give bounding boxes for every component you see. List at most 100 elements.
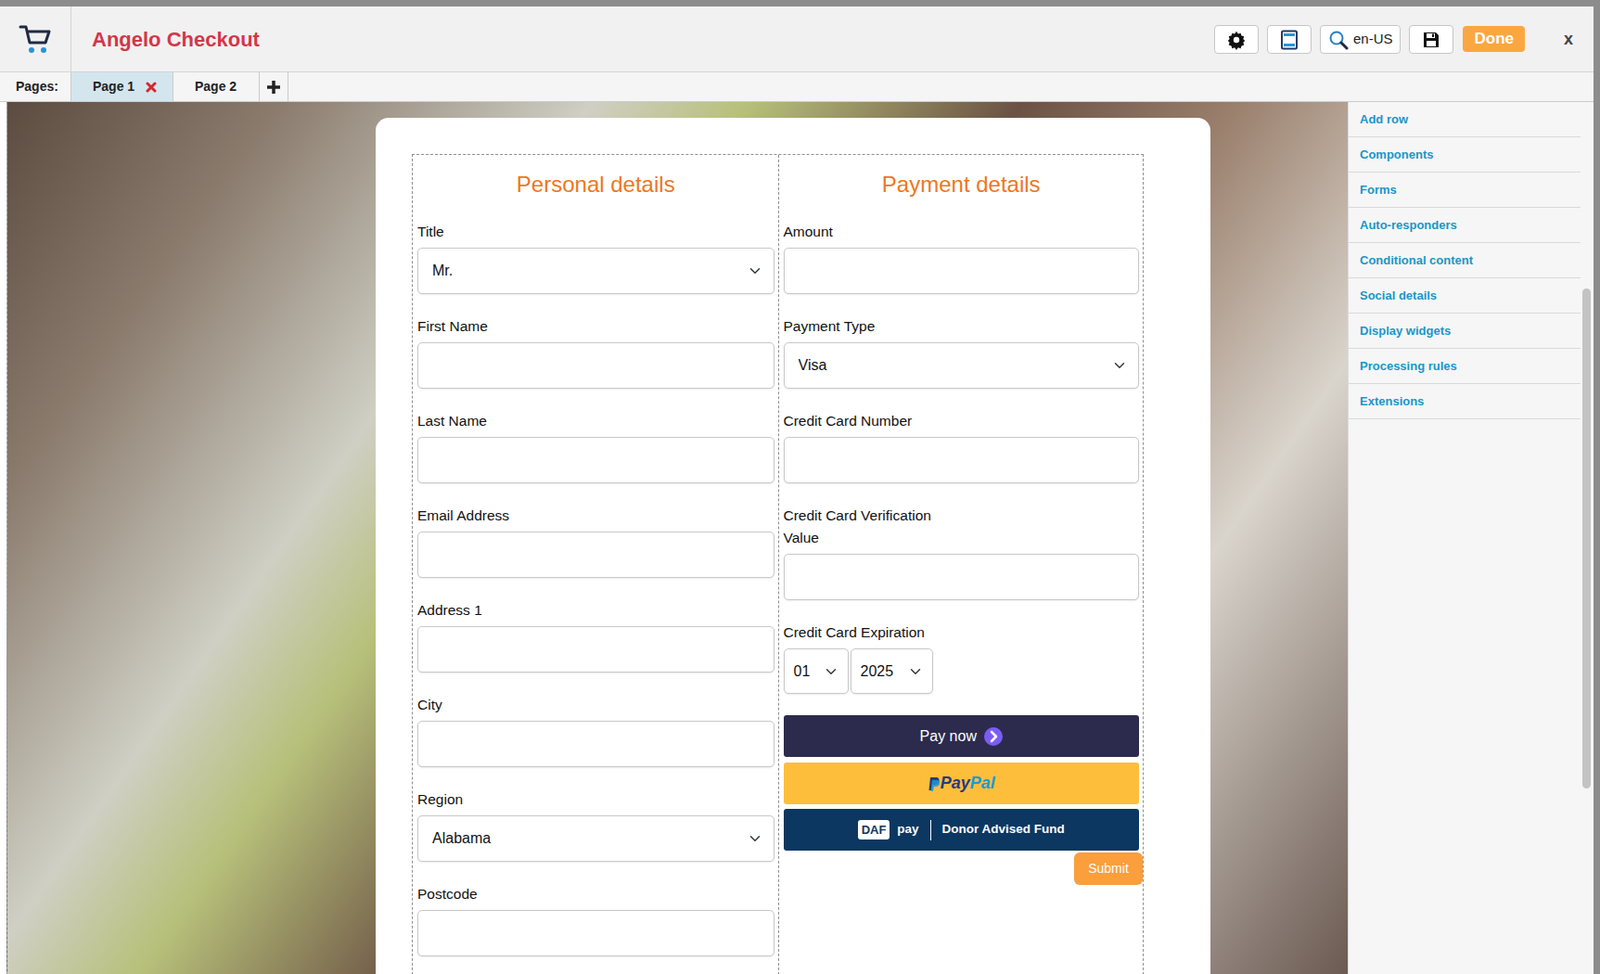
form-card: Personal details Title Mr. First Name Last N… [375,117,1211,974]
daf-pay: pay [896,819,919,839]
settings-button[interactable] [1214,25,1259,54]
add-page-button[interactable] [259,72,289,102]
select-field[interactable]: Alabama [417,815,775,862]
field-label: Region [417,788,775,811]
preview-button[interactable] [1267,25,1312,54]
field-label: Payment Type [783,315,951,338]
field-label: Address 1 [417,599,775,622]
expiry-selects: 012025 [783,648,1140,694]
section-heading: Personal details [417,171,775,198]
sidebar-item[interactable]: Auto-responders [1348,207,1581,244]
form-field: Region Alabama [417,788,775,862]
form-field: Postcode [417,883,775,957]
field-label: First Name [417,315,775,338]
field-label: Title [417,220,775,244]
submit-row: Submit [783,852,1144,885]
field-label: Postcode [417,883,775,906]
text-field[interactable] [783,553,1140,601]
checkout-editor: Angelo Checkouten-USDonexPages:Page 1Pag… [0,6,1594,974]
pages-label: Pages: [0,72,72,102]
paypal-button[interactable]: PayPal [783,762,1140,805]
page-icon [1280,27,1299,50]
page-tab[interactable]: Page 2 [173,72,260,102]
sidebar-item[interactable]: Processing rules [1348,348,1581,384]
year-select[interactable]: 2025 [850,648,934,694]
pages-bar: Pages: Page 1 Page 2 [0,72,1594,103]
form-field: Last Name [417,409,775,484]
submit-button[interactable]: Submit [1074,852,1143,885]
logo [0,6,72,72]
text-field[interactable] [417,531,775,578]
page-tab[interactable]: Page 1 [71,72,174,102]
chevron-icon [984,725,1003,748]
form-field: City [417,693,775,768]
daf-pay-button[interactable]: DAFpay Donor Advised Fund [783,808,1140,851]
form-field: Credit Card Verification Value [783,504,1140,601]
locale-search[interactable]: en-US [1319,25,1402,54]
top-bar: Angelo Checkout en-US Done x [0,6,1594,73]
form-field: Address 1 [417,599,775,673]
gear-icon [1226,27,1247,50]
field-label: Email Address [417,504,775,527]
sidebar: Add rowComponentsFormsAuto-respondersCon… [1347,102,1594,974]
form-field: Payment Type Visa [783,315,1140,389]
paypal-pal: Pal [970,773,996,793]
cart-icon [17,21,53,57]
paypal-pay: Pay [940,773,971,793]
field-label: Last Name [417,409,775,433]
form-row: Personal details Title Mr. First Name Last N… [411,153,1144,974]
pay-now-label: Pay now [920,725,977,748]
page-tab-label: Page 2 [194,76,237,97]
toolbar: en-US Done [1214,25,1525,54]
daf-label: Donor Advised Fund [942,819,1065,839]
sidebar-item[interactable]: Extensions [1348,384,1581,420]
text-field[interactable] [417,436,775,484]
form-column: Payment details Amount Payment Type Visa Cre… [778,154,1144,974]
field-label: Amount [783,220,951,244]
field-label: City [417,693,775,717]
month-select[interactable]: 01 [783,648,849,694]
page-canvas: Personal details Title Mr. First Name Last N… [6,102,1348,974]
floppy-icon [1421,28,1441,51]
sidebar-item[interactable]: Forms [1348,172,1581,208]
pay-now-button[interactable]: Pay now [783,715,1140,757]
paypal-wordmark: PayPal [940,773,996,793]
form-field: Credit Card Expiration 012025 [783,621,1140,694]
app-title: Angelo Checkout [91,24,260,55]
sidebar-item[interactable]: Add row [1348,102,1581,138]
select-field[interactable]: Visa [783,342,1140,389]
text-field[interactable] [783,247,1140,295]
magnifier-icon [1328,27,1349,50]
text-field[interactable] [417,909,775,957]
select-field[interactable]: Mr. [417,247,775,295]
form-field: Amount [783,220,1140,295]
text-field[interactable] [417,626,775,673]
daf-badge: DAF [857,819,891,841]
remove-icon[interactable] [145,76,157,97]
form-field: Credit Card Number [783,409,1140,484]
sidebar-scrollbar[interactable] [1582,288,1591,789]
text-field[interactable] [783,436,1140,484]
plus-icon [266,76,282,97]
editor-main: Personal details Title Mr. First Name Last N… [0,102,1594,974]
sidebar-item[interactable]: Display widgets [1348,313,1581,349]
text-field[interactable] [417,720,775,768]
sidebar-item[interactable]: Components [1348,137,1581,173]
field-label: Credit Card Expiration [783,621,951,644]
locale-label: en-US [1353,28,1394,51]
close-button[interactable]: x [1563,26,1574,52]
page-tab-label: Page 1 [92,76,135,97]
sidebar-item[interactable]: Conditional content [1348,243,1581,279]
form-field: Title Mr. [417,220,775,295]
text-field[interactable] [417,342,775,389]
form-column: Personal details Title Mr. First Name Last N… [412,154,779,974]
form-field: First Name [417,315,775,389]
section-heading: Payment details [783,171,1140,198]
save-button[interactable] [1408,25,1454,54]
field-label: Credit Card Number [783,409,951,433]
form-field: Email Address [417,504,775,578]
done-button[interactable]: Done [1462,25,1525,52]
daf-divider [930,819,932,841]
sidebar-item[interactable]: Social details [1348,278,1581,314]
field-label: Credit Card Verification Value [783,504,951,550]
